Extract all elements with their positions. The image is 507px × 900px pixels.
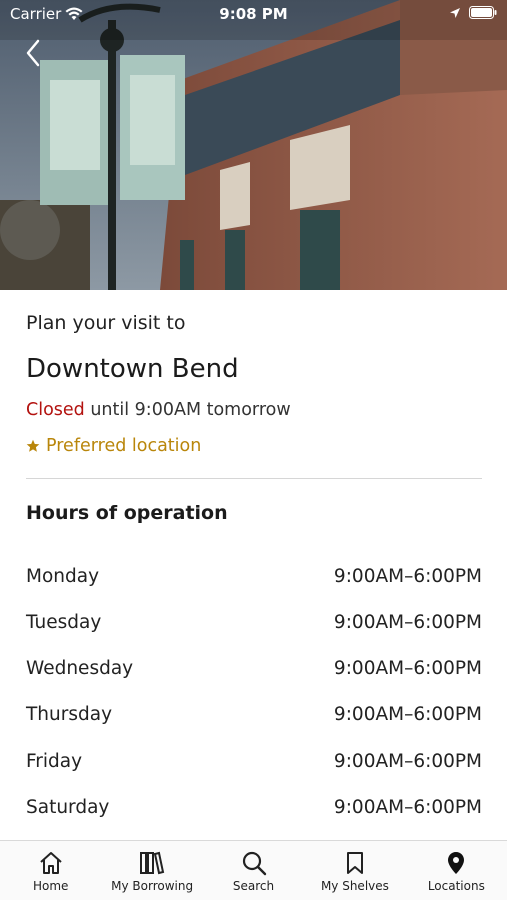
hours-time: 9:00AM–6:00PM (333, 751, 482, 772)
hours-title: Hours of operation (26, 502, 228, 524)
status-time: 9:08 PM (219, 5, 288, 23)
hours-row-monday: Monday 9:00AM–6:00PM (26, 566, 482, 596)
tab-locations[interactable]: Locations (406, 841, 507, 900)
hours-day: Monday (26, 566, 100, 587)
hours-day: Tuesday (26, 612, 102, 633)
hours-time: 9:00AM–6:00PM (333, 797, 482, 818)
tab-label: Search (232, 879, 275, 893)
hours-row-saturday: Saturday 9:00AM–6:00PM (26, 797, 482, 827)
hours-time: 9:00AM–6:00PM (333, 612, 482, 633)
chevron-left-icon (26, 39, 40, 67)
hours-day: Saturday (26, 797, 110, 818)
status-indicators (449, 6, 497, 19)
location-hero-image (0, 0, 507, 290)
section-divider (26, 478, 482, 479)
location-pin-icon (442, 849, 470, 877)
bookmark-icon (341, 849, 369, 877)
hours-day: Thursday (26, 704, 113, 725)
tab-home[interactable]: Home (0, 841, 101, 900)
search-icon (240, 849, 268, 877)
tab-label: My Shelves (320, 879, 389, 893)
building-photo (0, 0, 507, 290)
hours-row-tuesday: Tuesday 9:00AM–6:00PM (26, 612, 482, 642)
closed-status-text: Closed (26, 400, 85, 420)
open-status: Closed until 9:00AM tomorrow (26, 400, 291, 420)
tab-my-borrowing[interactable]: My Borrowing (101, 841, 202, 900)
books-icon (138, 849, 166, 877)
hours-row-friday: Friday 9:00AM–6:00PM (26, 751, 482, 781)
back-button[interactable] (20, 36, 50, 70)
star-icon (26, 439, 40, 452)
hours-time: 9:00AM–6:00PM (333, 658, 482, 679)
hours-time: 9:00AM–6:00PM (333, 566, 482, 587)
preferred-location-label: Preferred location (46, 436, 202, 456)
hours-day: Wednesday (26, 658, 134, 679)
location-arrow-icon (450, 7, 460, 18)
location-name: Downtown Bend (26, 354, 239, 384)
reopen-time-text: until 9:00AM tomorrow (84, 400, 291, 420)
status-bar: Carrier 9:08 PM (0, 0, 507, 28)
tab-my-shelves[interactable]: My Shelves (304, 841, 405, 900)
hours-time: 9:00AM–6:00PM (333, 704, 482, 725)
tab-bar: Home My Borrowing Search My Shelves Loca… (0, 840, 507, 900)
hours-day: Friday (26, 751, 83, 772)
hours-row-thursday: Thursday 9:00AM–6:00PM (26, 704, 482, 734)
tab-search[interactable]: Search (203, 841, 304, 900)
tab-label: My Borrowing (111, 879, 194, 893)
home-icon (37, 849, 65, 877)
battery-icon (469, 6, 497, 19)
hours-row-wednesday: Wednesday 9:00AM–6:00PM (26, 658, 482, 688)
preferred-location-badge[interactable]: Preferred location (26, 436, 201, 456)
tab-label: Home (32, 879, 69, 893)
plan-visit-label: Plan your visit to (26, 312, 186, 334)
tab-label: Locations (427, 879, 485, 893)
